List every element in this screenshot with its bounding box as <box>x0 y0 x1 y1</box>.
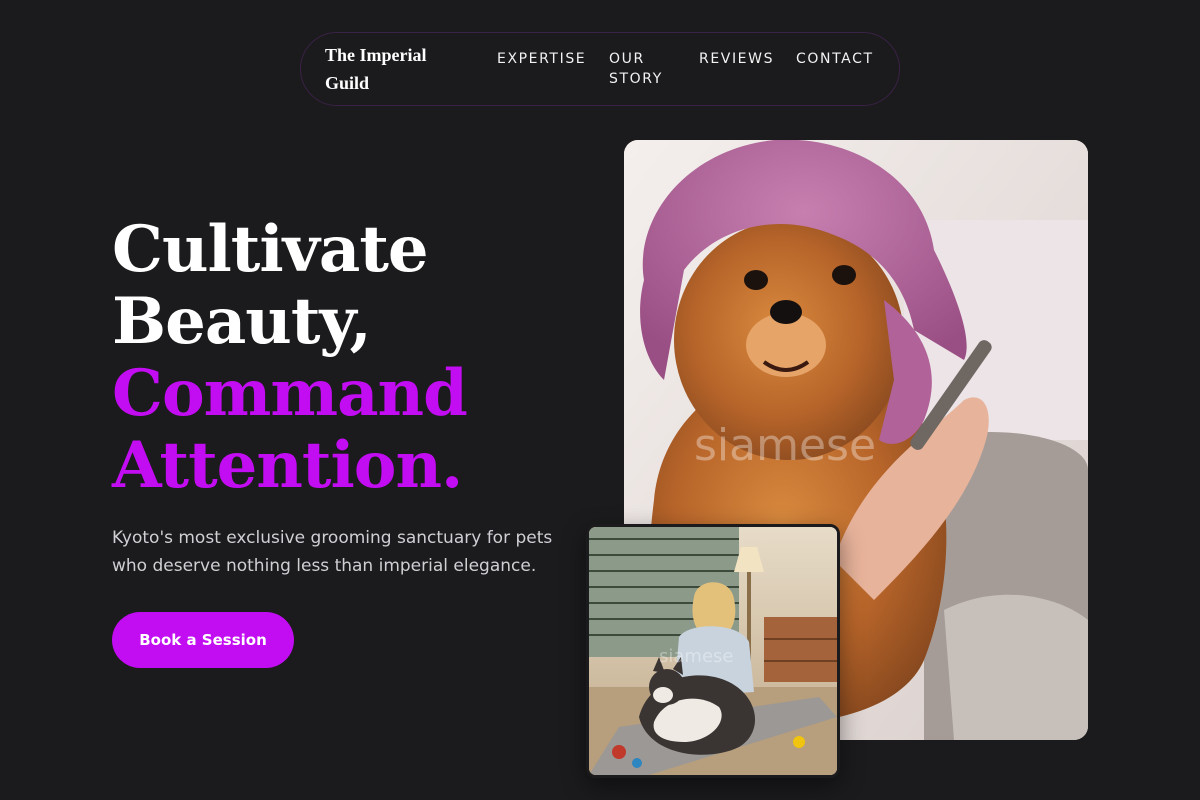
nav-link-expertise[interactable]: EXPERTISE <box>497 49 586 69</box>
hero-subtitle: Kyoto's most exclusive grooming sanctuar… <box>112 528 553 576</box>
top-nav: The Imperial Guild EXPERTISE OUR STORY R… <box>300 32 900 106</box>
hero-title-line-1: Cultivate <box>112 212 429 287</box>
page: The Imperial Guild EXPERTISE OUR STORY R… <box>0 0 1200 800</box>
hero-title-line-2: Beauty, <box>112 284 372 359</box>
nav-link-contact[interactable]: CONTACT <box>796 49 874 69</box>
book-session-button[interactable]: Book a Session <box>112 612 294 668</box>
nav-link-reviews[interactable]: REVIEWS <box>699 49 774 69</box>
watermark-text: siamese <box>694 420 876 471</box>
watermark-text-small: siamese <box>659 646 733 667</box>
nav-link-our-story[interactable]: OUR STORY <box>609 49 679 89</box>
hero-title: Cultivate Beauty, Command Attention. <box>112 214 572 502</box>
hero-accent-line-1: Command <box>112 356 468 431</box>
woman-husky-illustration: siamese <box>589 527 837 775</box>
hero-accent-line-2: Attention. <box>112 428 463 503</box>
secondary-photo-woman-husky: siamese <box>586 524 840 778</box>
brand-logo[interactable]: The Imperial Guild <box>325 41 455 97</box>
